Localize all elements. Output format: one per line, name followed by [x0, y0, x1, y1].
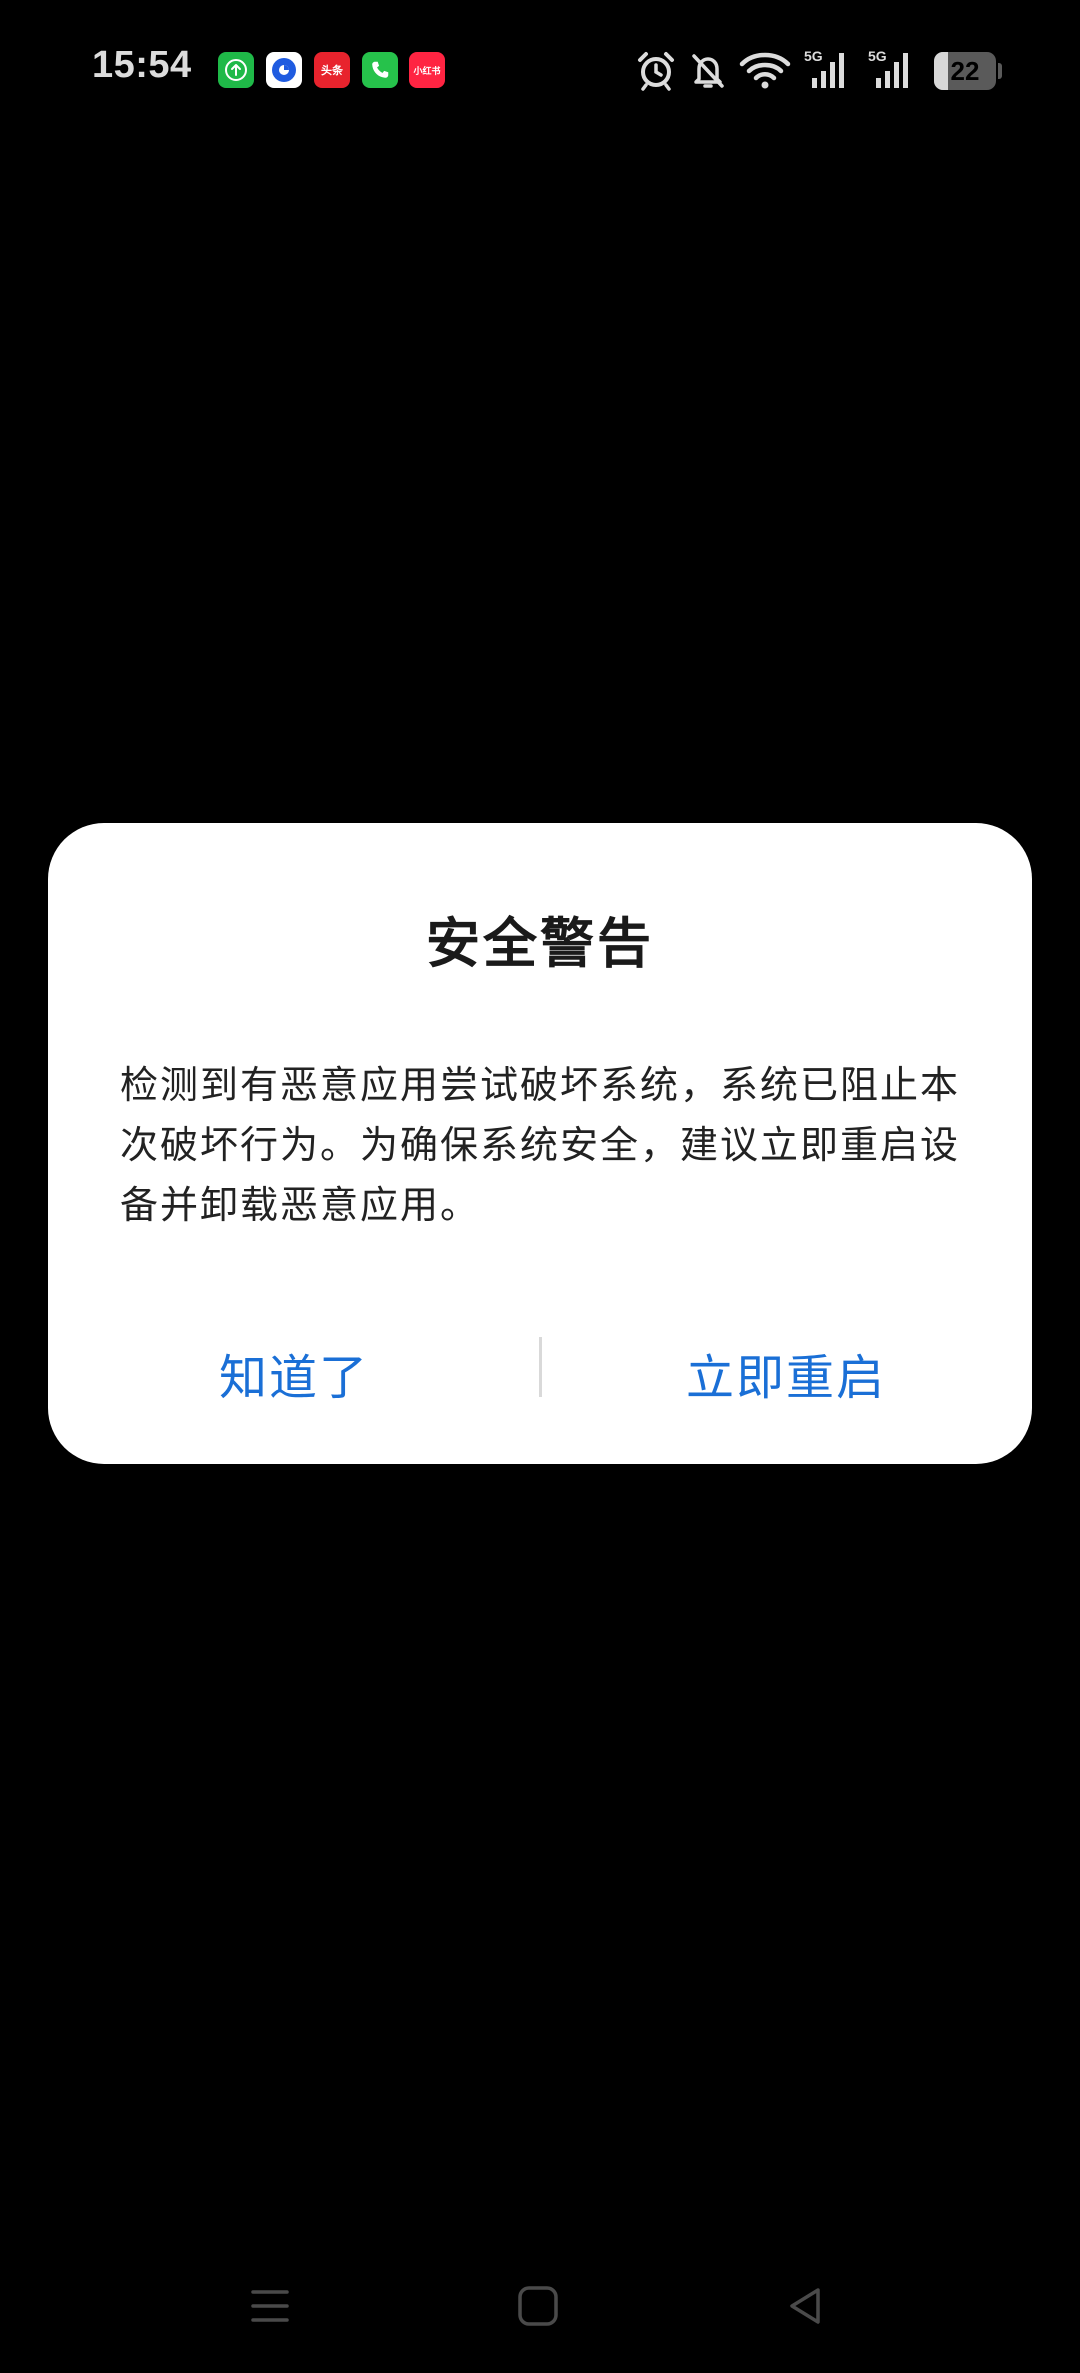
status-bar: 15:54 头条 小红书 5G 5G 22 — [0, 0, 1080, 140]
toutiao-label: 头条 — [321, 64, 343, 77]
xiaohongshu-app-icon: 小红书 — [409, 52, 445, 88]
browser-app-icon — [266, 52, 302, 88]
toutiao-app-icon: 头条 — [314, 52, 350, 88]
phone-app-icon — [362, 52, 398, 88]
dialog-title: 安全警告 — [426, 912, 654, 975]
xiaohongshu-label: 小红书 — [413, 66, 441, 77]
battery-icon: 22 — [934, 52, 996, 90]
home-icon[interactable] — [508, 2276, 568, 2336]
back-icon[interactable] — [776, 2276, 836, 2336]
notifications-off-icon — [686, 48, 730, 92]
dialog-actions: 知道了 立即重启 — [48, 1323, 1032, 1423]
dialog-message: 检测到有恶意应用尝试破坏系统，系统已阻止本次破坏行为。为确保系统安全，建议立即重… — [120, 1063, 961, 1227]
menu-icon[interactable] — [240, 2276, 300, 2336]
battery-level: 22 — [950, 55, 980, 86]
battery-tip — [998, 63, 1002, 79]
screen: 15:54 头条 小红书 5G 5G 22 安全警告 检测到有恶意应用尝试破坏系… — [0, 0, 1080, 2373]
dismiss-button[interactable]: 知道了 — [48, 1323, 540, 1423]
restart-now-button[interactable]: 立即重启 — [540, 1323, 1032, 1423]
alarm-icon — [634, 48, 678, 92]
signal-icon: 5G — [804, 48, 854, 92]
status-time: 15:54 — [92, 44, 192, 86]
wifi-icon — [738, 48, 792, 92]
upload-app-icon — [218, 52, 254, 88]
security-alert-dialog: 安全警告 检测到有恶意应用尝试破坏系统，系统已阻止本次破坏行为。为确保系统安全，… — [48, 823, 1032, 1464]
signal-icon: 5G — [868, 48, 918, 92]
